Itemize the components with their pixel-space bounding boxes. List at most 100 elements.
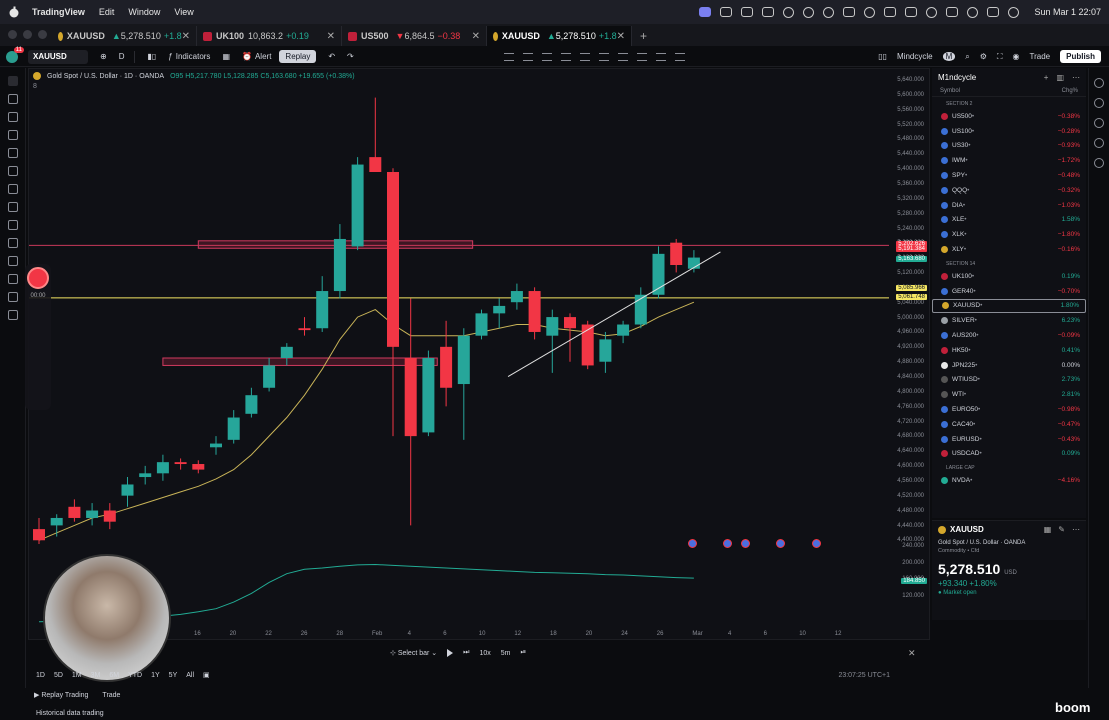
tab-xauusd-1[interactable]: XAUUSD ▲ 5,278.510 +1.8 ✕	[52, 26, 197, 46]
tab-uk100[interactable]: UK100 10,863.2 +0.19 ✕	[197, 26, 342, 46]
draw-tool-icon[interactable]	[674, 52, 685, 61]
chart-type-icon[interactable]: ▮▯	[147, 52, 156, 61]
trade-tab[interactable]: Trade	[102, 692, 120, 699]
calendar-icon[interactable]	[905, 7, 918, 17]
add-symbol-icon[interactable]: +	[1044, 73, 1049, 82]
event-marker[interactable]	[812, 539, 821, 548]
publish-button[interactable]: Publish	[1060, 50, 1101, 63]
grid-icon[interactable]: ▦	[1044, 525, 1052, 534]
speed-selector[interactable]: 10x	[479, 650, 490, 657]
interval-button[interactable]: D	[119, 52, 125, 61]
range-1y[interactable]: 1Y	[151, 672, 160, 679]
new-tab-button[interactable]: +	[632, 29, 655, 46]
ruler-icon[interactable]	[7, 220, 18, 230]
zoom-icon[interactable]	[7, 238, 18, 248]
watchlist-row[interactable]: GER40 • −0.70%	[932, 284, 1086, 299]
draw-tool-icon[interactable]	[655, 52, 666, 61]
watchlist-row[interactable]: US500 • −0.38%	[932, 109, 1086, 124]
fib-icon[interactable]	[7, 112, 18, 122]
price-badge[interactable]: 5,191.384	[896, 245, 927, 252]
price-chart[interactable]	[29, 69, 889, 629]
price-badge[interactable]: 5,085.966	[896, 284, 927, 291]
details-symbol[interactable]: XAUUSD	[950, 525, 984, 534]
emoji-icon[interactable]	[7, 202, 18, 212]
watchlist-row[interactable]: WTIUSD • 2.73%	[932, 373, 1086, 388]
historical-data-label[interactable]: Historical data trading	[36, 710, 104, 717]
watchlist-row[interactable]: EURUSD • −0.43%	[932, 432, 1086, 447]
price-axis[interactable]: 5,640.000 5,600.000 5,560.000 5,520.000 5,48…	[889, 69, 929, 639]
watchlist-row[interactable]: US30 • −0.93%	[932, 139, 1086, 154]
utc-clock[interactable]: 23:07:25 UTC+1	[838, 672, 890, 679]
chat-icon[interactable]	[1094, 158, 1104, 168]
timer-icon[interactable]	[864, 6, 876, 18]
watchlist-row[interactable]: USDCAD • 0.09%	[932, 447, 1086, 462]
display-icon[interactable]	[884, 7, 897, 17]
magnet-icon[interactable]	[7, 256, 18, 266]
watchlist-row[interactable]: US100 • −0.28%	[932, 124, 1086, 139]
draw-tool-icon[interactable]	[579, 52, 590, 61]
interval-selector[interactable]: 5m	[501, 650, 511, 657]
watchlist-row[interactable]: SPY • −0.48%	[932, 168, 1086, 183]
menu-view[interactable]: View	[174, 7, 193, 17]
range-5y[interactable]: 5Y	[169, 672, 178, 679]
select-bar-button[interactable]: ⊹ Select bar ⌄	[390, 649, 437, 657]
watchlist-name[interactable]: M1ndcycle	[938, 73, 976, 82]
range-ytd[interactable]: YTD	[128, 672, 142, 679]
date-range-icon[interactable]: ▣	[203, 671, 210, 679]
watchlist-row[interactable]: HK50 • 0.41%	[932, 343, 1086, 358]
event-marker[interactable]	[723, 539, 732, 548]
layout-icon[interactable]: ▯▯	[878, 52, 887, 61]
watchlist-row[interactable]: WTI • 2.81%	[932, 387, 1086, 402]
event-marker[interactable]	[776, 539, 785, 548]
more-icon[interactable]: ⋯	[1072, 73, 1080, 82]
chart-pane[interactable]: Gold Spot / U.S. Dollar · 1D · OANDA O95…	[28, 68, 930, 640]
app-name[interactable]: TradingView	[32, 7, 85, 17]
record-button[interactable]	[27, 267, 49, 289]
add-symbol-button[interactable]: ⊕	[100, 52, 107, 61]
range-5d[interactable]: 5D	[54, 672, 63, 679]
event-marker[interactable]	[688, 539, 697, 548]
indicators-button[interactable]: ƒ Indicators	[168, 52, 210, 61]
news-icon[interactable]	[1094, 138, 1104, 148]
column-chg[interactable]: Chg%	[1062, 88, 1078, 94]
layouts-icon[interactable]: ▦	[222, 52, 230, 61]
search-icon[interactable]: ⌕	[965, 52, 969, 62]
tab-us500[interactable]: US500 ▼ 6,864.5 −0.38 ✕	[342, 26, 487, 46]
trade-button[interactable]: Trade	[1030, 52, 1051, 61]
watchlist-section[interactable]: LARGE CAP	[932, 461, 1086, 473]
cursor-icon[interactable]	[7, 76, 18, 86]
trendline-icon[interactable]	[7, 94, 18, 104]
control-center-icon[interactable]	[987, 7, 1000, 17]
range-3m[interactable]: 3M	[91, 672, 101, 679]
watchlist-row[interactable]: UK100 • 0.19%	[932, 269, 1086, 284]
battery-icon[interactable]	[946, 7, 959, 17]
column-symbol[interactable]: Symbol	[940, 88, 960, 94]
play-icon[interactable]	[843, 7, 856, 17]
bluetooth-icon[interactable]	[926, 6, 938, 18]
play-icon[interactable]	[447, 649, 454, 657]
layout-icon[interactable]: ▥	[1056, 73, 1064, 82]
watchlist-section[interactable]: SECTION 14	[932, 257, 1086, 269]
replay-button[interactable]: Replay	[279, 50, 317, 63]
camera-snapshot-icon[interactable]: ◉	[1013, 52, 1020, 61]
price-badge[interactable]: 5,163.680	[896, 255, 927, 262]
watchlist-row[interactable]: QQQ • −0.32%	[932, 183, 1086, 198]
undo-icon[interactable]: ↶	[328, 52, 335, 61]
range-1d[interactable]: 1D	[36, 672, 45, 679]
watchlist-section[interactable]: SECTION 2	[932, 97, 1086, 109]
watchlist-row[interactable]: XLE • 1.58%	[932, 213, 1086, 228]
minimize-window-button[interactable]	[23, 30, 32, 39]
camera-icon[interactable]	[720, 7, 733, 17]
watchlist-row[interactable]: XLY • −0.16%	[932, 242, 1086, 257]
step-forward-icon[interactable]: ⏭	[463, 649, 469, 657]
oscillator-badge[interactable]: 184.850	[901, 578, 927, 584]
menu-window[interactable]: Window	[128, 7, 160, 17]
close-replay-icon[interactable]: ✕	[908, 648, 916, 659]
draw-tool-icon[interactable]	[617, 52, 628, 61]
watchlist-row[interactable]: JPN225 • 0.00%	[932, 358, 1086, 373]
close-tab-icon[interactable]: ✕	[182, 31, 190, 42]
symbol-search[interactable]: XAUUSD	[28, 49, 88, 64]
close-tab-icon[interactable]: ✕	[472, 31, 480, 42]
watchlist-row[interactable]: XLK • −1.80%	[932, 227, 1086, 242]
close-tab-icon[interactable]: ✕	[617, 31, 625, 42]
